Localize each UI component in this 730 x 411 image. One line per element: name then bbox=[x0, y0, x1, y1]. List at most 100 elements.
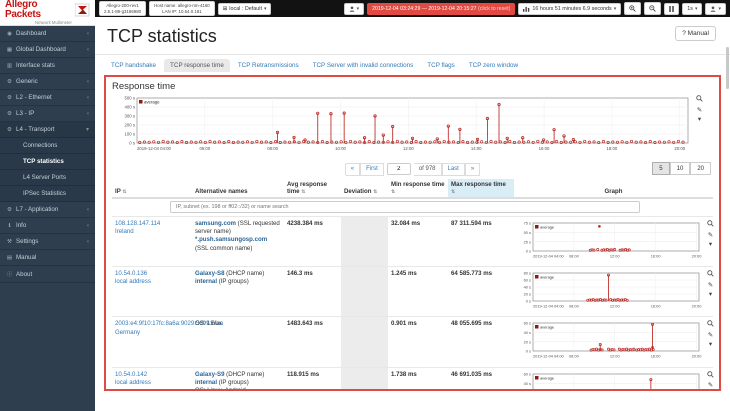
ip-location-link[interactable]: Germany bbox=[115, 329, 140, 337]
collapse-icon[interactable]: ▾ bbox=[698, 117, 701, 124]
edit-icon[interactable]: ✎ bbox=[708, 283, 713, 290]
sidebar-item-l4-server-ports[interactable]: L4 Server Ports bbox=[0, 170, 95, 186]
tab-tcp-handshake[interactable]: TCP handshake bbox=[105, 59, 162, 72]
edit-icon[interactable]: ✎ bbox=[708, 383, 713, 390]
ip-link[interactable]: 10.54.0.142 bbox=[115, 371, 147, 379]
sidebar-item-label: Generic bbox=[16, 78, 38, 85]
zoom-icon[interactable] bbox=[707, 220, 714, 230]
search-input[interactable] bbox=[170, 201, 640, 213]
page-prev-button[interactable]: « bbox=[345, 163, 360, 176]
scope-select[interactable]: ⊞ local : Default ▾ bbox=[218, 3, 272, 15]
zoom-icon[interactable] bbox=[696, 95, 703, 105]
collapse-icon[interactable]: ▾ bbox=[709, 242, 712, 249]
sidebar-item-l3-ip[interactable]: ⚙L3 - IP‹ bbox=[0, 106, 95, 122]
zoom-icon[interactable] bbox=[707, 320, 714, 330]
col-header-avg-response-time[interactable]: Avg response time ⇅ bbox=[284, 179, 341, 198]
sidebar-item-l4-transport[interactable]: ⚙L4 - Transport▾ bbox=[0, 122, 95, 138]
app: Allegro Packets Network Multimeter ◉Dash… bbox=[0, 0, 730, 411]
row-graph[interactable]: 75 s50 s25 s0 s2019-12-04 04:0008:0012:0… bbox=[517, 220, 703, 263]
tab-tcp-zero-window[interactable]: TCP zero window bbox=[463, 59, 524, 72]
sidebar-item-l7-application[interactable]: ⚙L7 - Application‹ bbox=[0, 202, 95, 218]
col-header-deviation[interactable]: Deviation ⇅ bbox=[341, 179, 388, 198]
alt-name-link[interactable]: Galaxy-S8 bbox=[195, 270, 224, 277]
page-first-button[interactable]: First bbox=[360, 163, 384, 176]
page-size-5[interactable]: 5 bbox=[652, 162, 669, 175]
collapse-icon[interactable]: ▾ bbox=[709, 342, 712, 349]
ip-link[interactable]: 10.54.0.136 bbox=[115, 270, 147, 278]
zoom-in-button[interactable] bbox=[624, 2, 641, 15]
table-header-row: IP ⇅Alternative namesAvg response time ⇅… bbox=[112, 179, 713, 198]
response-time-chart[interactable]: 500 s400 s300 s200 s100 s0 s2019-12-04 0… bbox=[112, 95, 692, 158]
gear-icon: ⚙ bbox=[6, 207, 13, 213]
page-next-button[interactable]: » bbox=[465, 163, 480, 176]
interval-select[interactable]: 1s ▾ bbox=[682, 3, 702, 15]
svg-text:12:00: 12:00 bbox=[610, 304, 621, 309]
row-graph[interactable]: 60 s40 s20 s0 s2019-12-04 04:0008:0012:0… bbox=[517, 371, 703, 391]
alt-name-link[interactable]: internal bbox=[195, 278, 217, 285]
collapse-icon[interactable]: ▾ bbox=[709, 292, 712, 299]
zoom-in-icon bbox=[629, 5, 636, 12]
chart-toolbar: ✎▾ bbox=[696, 95, 703, 124]
row-graph[interactable]: 60 s40 s20 s0 s2019-12-04 04:0008:0012:0… bbox=[517, 320, 703, 363]
row-graph[interactable]: 80 s60 s40 s20 s0 s2019-12-04 04:0008:00… bbox=[517, 270, 703, 313]
edit-icon[interactable]: ✎ bbox=[697, 108, 702, 115]
sidebar-item-about[interactable]: ⓘAbout bbox=[0, 266, 95, 283]
sidebar-item-manual[interactable]: ▤Manual bbox=[0, 250, 95, 266]
page-input[interactable] bbox=[387, 163, 411, 175]
alt-name-link[interactable]: *.push.samsungosp.com bbox=[195, 236, 267, 243]
col-header-max-response-time[interactable]: Max response time ⇅ bbox=[448, 179, 514, 198]
sidebar-item-interface-stats[interactable]: ▥Interface stats bbox=[0, 58, 95, 74]
tab-tcp-retransmissions[interactable]: TCP Retransmissions bbox=[232, 59, 305, 72]
ip-location-link[interactable]: local address bbox=[115, 379, 151, 387]
page-size-20[interactable]: 20 bbox=[690, 162, 711, 175]
alt-name-link[interactable]: internal bbox=[195, 379, 217, 386]
manual-button[interactable]: ? Manual bbox=[675, 26, 716, 41]
alt-name-link[interactable]: Galaxy-S9 bbox=[195, 371, 224, 378]
sidebar-item-info[interactable]: ℹInfo‹ bbox=[0, 218, 95, 234]
sidebar-item-ipsec-statistics[interactable]: IPSec Statistics bbox=[0, 186, 95, 202]
gear-icon: ⚙ bbox=[6, 79, 13, 85]
logo-subtitle: Network Multimeter bbox=[5, 21, 72, 25]
sidebar-item-settings[interactable]: ⚒Settings‹ bbox=[0, 234, 95, 250]
sidebar-item-tcp-statistics[interactable]: TCP statistics bbox=[0, 154, 95, 170]
sidebar-item-connections[interactable]: Connections bbox=[0, 138, 95, 154]
max-response-time: 87 311.594 ms bbox=[448, 217, 514, 267]
col-header-ip[interactable]: IP ⇅ bbox=[112, 179, 192, 198]
topbar: Allegro-200-rev1 2.5.1-89-g3186980 Host … bbox=[95, 0, 730, 17]
page-size-10[interactable]: 10 bbox=[670, 162, 691, 175]
alt-name-link[interactable]: samsung.com bbox=[195, 220, 236, 227]
wrench-icon: ⚒ bbox=[6, 239, 13, 245]
user-menu-button[interactable]: ▾ bbox=[344, 3, 365, 15]
sidebar-item-l2-ethernet[interactable]: ⚙L2 - Ethernet‹ bbox=[0, 90, 95, 106]
sort-icon: ⇅ bbox=[122, 189, 126, 195]
duration-select[interactable]: 16 hours 51 minutes 6.9 seconds ▾ bbox=[518, 3, 621, 15]
sidebar-item-dashboard[interactable]: ◉Dashboard‹ bbox=[0, 26, 95, 42]
scrollbar-thumb[interactable] bbox=[726, 47, 729, 89]
sidebar-item-global-dashboard[interactable]: ▦Global Dashboard‹ bbox=[0, 42, 95, 58]
tab-tcp-server-with-invalid-connections[interactable]: TCP Server with invalid connections bbox=[307, 59, 420, 72]
sidebar-item-label: L2 - Ethernet bbox=[16, 94, 52, 101]
zoom-out-button[interactable] bbox=[644, 2, 661, 15]
sidebar-item-generic[interactable]: ⚙Generic‹ bbox=[0, 74, 95, 90]
ip-location-link[interactable]: Ireland bbox=[115, 228, 134, 236]
sidebar-item-label: L4 - Transport bbox=[16, 126, 55, 133]
page-last-button[interactable]: Last bbox=[442, 163, 465, 176]
col-header-min-response-time[interactable]: Min response time ⇅ bbox=[388, 179, 448, 198]
edit-icon[interactable]: ✎ bbox=[708, 333, 713, 340]
person-icon bbox=[349, 6, 355, 12]
time-range-badge[interactable]: 2019-12-04 03:24:29 — 2019-12-04 20:15:2… bbox=[367, 3, 515, 15]
pause-button[interactable] bbox=[664, 3, 679, 15]
ip-location-link[interactable]: local address bbox=[115, 278, 151, 286]
tab-tcp-flags[interactable]: TCP flags bbox=[421, 59, 461, 72]
ip-link[interactable]: 108.128.147.114 bbox=[115, 220, 160, 228]
account-menu-button[interactable]: ▾ bbox=[705, 3, 726, 15]
edit-icon[interactable]: ✎ bbox=[708, 233, 713, 240]
logo[interactable]: Allegro Packets Network Multimeter bbox=[0, 0, 95, 26]
svg-text:2019-12-04 04:00: 2019-12-04 04:00 bbox=[137, 146, 172, 151]
zoom-icon[interactable] bbox=[707, 371, 714, 381]
tab-tcp-response-time[interactable]: TCP response time bbox=[164, 59, 230, 72]
svg-text:80 s: 80 s bbox=[524, 271, 531, 276]
alt-name-note: (IP groups) bbox=[217, 379, 249, 386]
sidebar-item-label: Dashboard bbox=[16, 30, 46, 37]
zoom-icon[interactable] bbox=[707, 270, 714, 280]
